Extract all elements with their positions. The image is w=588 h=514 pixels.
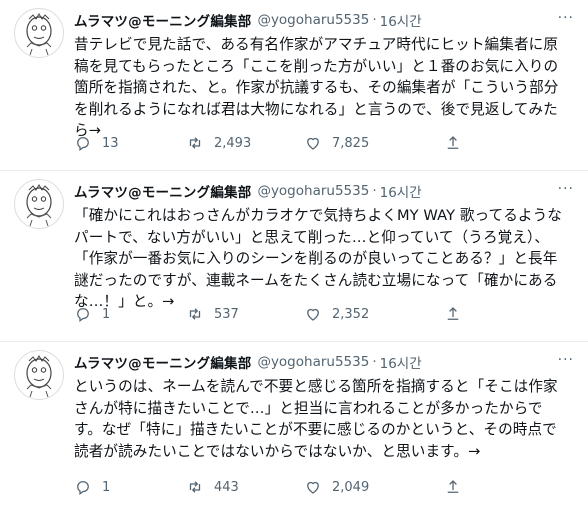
timestamp[interactable]: 16시간: [380, 10, 422, 30]
retweet-count: 537: [214, 306, 239, 322]
like-icon: [307, 137, 319, 150]
avatar-illustration: [26, 184, 52, 227]
like-count: 2,049: [332, 479, 370, 495]
retweet-button[interactable]: 2,493: [186, 134, 304, 152]
tweet-content: ムラマツ@モーニング編集部 @yogoharu5535 · 16시간 ··· 「…: [74, 181, 574, 313]
share-icon: [447, 136, 459, 149]
reply-icon: [77, 137, 89, 152]
retweet-count: 443: [214, 479, 239, 495]
like-count: 2,352: [332, 306, 370, 322]
more-icon[interactable]: ···: [558, 181, 574, 197]
tweet-actions: 1 537 2,352: [74, 305, 514, 323]
separator-dot: ·: [372, 12, 377, 28]
author-handle[interactable]: @yogoharu5535: [257, 12, 369, 28]
reply-icon: [77, 481, 89, 496]
retweet-button[interactable]: 443: [186, 478, 304, 496]
tweet-header: ムラマツ@モーニング編集部 @yogoharu5535 · 16시간: [74, 352, 574, 372]
share-button[interactable]: [444, 134, 462, 152]
separator-dot: ·: [372, 354, 377, 370]
like-icon: [307, 308, 319, 321]
avatar[interactable]: [14, 350, 64, 400]
reply-button[interactable]: 1: [74, 305, 186, 323]
tweet[interactable]: ムラマツ@モーニング編集部 @yogoharu5535 · 16시간 ··· 昔…: [0, 0, 588, 171]
more-icon[interactable]: ···: [558, 352, 574, 368]
like-button[interactable]: 2,049: [304, 478, 444, 496]
reply-button[interactable]: 13: [74, 134, 186, 152]
separator-dot: ·: [372, 183, 377, 199]
tweet-text: 「確かにこれはおっさんがカラオケで気持ちよくMY WAY 歌ってるような パート…: [74, 207, 562, 311]
reply-count: 1: [102, 306, 111, 322]
avatar[interactable]: [14, 8, 64, 58]
avatar-illustration: [26, 355, 52, 398]
like-button[interactable]: 7,825: [304, 134, 444, 152]
retweet-count: 2,493: [214, 135, 252, 151]
share-button[interactable]: [444, 305, 462, 323]
tweet[interactable]: ムラマツ@モーニング編集部 @yogoharu5535 · 16시간 ··· と…: [0, 342, 588, 514]
share-icon: [447, 480, 459, 493]
tweet-header: ムラマツ@モーニング編集部 @yogoharu5535 · 16시간: [74, 10, 574, 30]
timeline: ムラマツ@モーニング編集部 @yogoharu5535 · 16시간 ··· 昔…: [0, 0, 588, 514]
more-icon[interactable]: ···: [558, 10, 574, 26]
share-button[interactable]: [444, 478, 462, 496]
author-name[interactable]: ムラマツ@モーニング編集部: [74, 10, 251, 30]
share-icon: [447, 307, 459, 320]
retweet-icon: [189, 137, 201, 149]
reply-button[interactable]: 1: [74, 478, 186, 496]
like-icon: [307, 481, 319, 494]
retweet-icon: [189, 481, 201, 493]
avatar-illustration: [26, 13, 52, 56]
retweet-button[interactable]: 537: [186, 305, 304, 323]
avatar[interactable]: [14, 179, 64, 229]
author-handle[interactable]: @yogoharu5535: [257, 354, 369, 370]
reply-count: 13: [102, 135, 119, 151]
author-name[interactable]: ムラマツ@モーニング編集部: [74, 181, 251, 201]
author-handle[interactable]: @yogoharu5535: [257, 183, 369, 199]
reply-count: 1: [102, 479, 111, 495]
timestamp[interactable]: 16시간: [380, 352, 422, 372]
reply-icon: [77, 308, 89, 323]
timestamp[interactable]: 16시간: [380, 181, 422, 201]
tweet-text: というのは、ネームを読んで不要と感じる箇所を指摘すると「そこは作家 さんが特に描…: [74, 378, 558, 460]
tweet-content: ムラマツ@モーニング編集部 @yogoharu5535 · 16시간 ··· 昔…: [74, 10, 574, 142]
like-button[interactable]: 2,352: [304, 305, 444, 323]
tweet-actions: 1 443 2,049: [74, 478, 514, 496]
tweet-actions: 13 2,493 7,825: [74, 134, 514, 152]
tweet-content: ムラマツ@モーニング編集部 @yogoharu5535 · 16시간 ··· と…: [74, 352, 574, 462]
tweet[interactable]: ムラマツ@モーニング編集部 @yogoharu5535 · 16시간 ··· 「…: [0, 171, 588, 342]
tweet-header: ムラマツ@モーニング編集部 @yogoharu5535 · 16시간: [74, 181, 574, 201]
author-name[interactable]: ムラマツ@モーニング編集部: [74, 352, 251, 372]
like-count: 7,825: [332, 135, 370, 151]
tweet-text: 昔テレビで見た話で、ある有名作家がアマチュア時代にヒット編集者に原 稿を見てもら…: [74, 36, 559, 140]
retweet-icon: [189, 308, 201, 320]
